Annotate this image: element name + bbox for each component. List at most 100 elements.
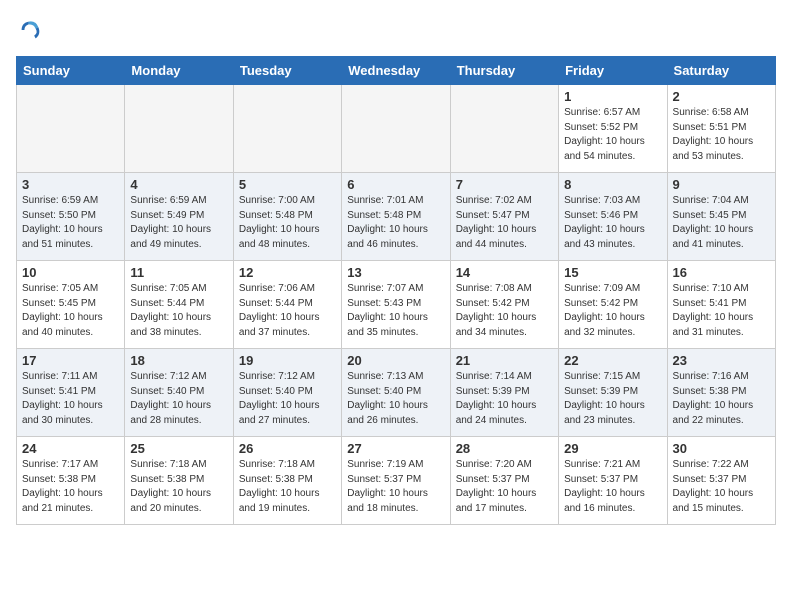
day-number: 10 [22, 265, 119, 280]
day-number: 29 [564, 441, 661, 456]
day-info: Sunrise: 7:12 AM Sunset: 5:40 PM Dayligh… [239, 370, 336, 428]
day-info: Sunrise: 7:18 AM Sunset: 5:38 PM Dayligh… [239, 458, 336, 516]
calendar-cell: 29 Sunrise: 7:21 AM Sunset: 5:37 PM Dayli… [559, 437, 667, 525]
day-number: 22 [564, 353, 661, 368]
day-info: Sunrise: 7:13 AM Sunset: 5:40 PM Dayligh… [347, 370, 444, 428]
day-info: Sunrise: 6:59 AM Sunset: 5:49 PM Dayligh… [130, 194, 227, 252]
day-number: 23 [673, 353, 770, 368]
day-number: 30 [673, 441, 770, 456]
day-number: 11 [130, 265, 227, 280]
weekday-header: Wednesday [342, 57, 450, 85]
day-number: 13 [347, 265, 444, 280]
day-number: 14 [456, 265, 553, 280]
calendar-cell: 26 Sunrise: 7:18 AM Sunset: 5:38 PM Dayli… [233, 437, 341, 525]
calendar-cell [342, 85, 450, 173]
day-number: 5 [239, 177, 336, 192]
calendar-cell: 28Sunrise: 7:20 AM Sunset: 5:37 PM Dayli… [450, 437, 558, 525]
calendar-cell: 23 Sunrise: 7:16 AM Sunset: 5:38 PM Dayli… [667, 349, 775, 437]
day-number: 6 [347, 177, 444, 192]
calendar-cell: 13 Sunrise: 7:07 AM Sunset: 5:43 PM Dayli… [342, 261, 450, 349]
logo-icon [16, 16, 44, 44]
calendar-week-row: 10 Sunrise: 7:05 AM Sunset: 5:45 PM Dayli… [17, 261, 776, 349]
day-number: 7 [456, 177, 553, 192]
day-info: Sunrise: 7:11 AM Sunset: 5:41 PM Dayligh… [22, 370, 119, 428]
day-info: Sunrise: 7:10 AM Sunset: 5:41 PM Dayligh… [673, 282, 770, 340]
day-info: Sunrise: 7:17 AM Sunset: 5:38 PM Dayligh… [22, 458, 119, 516]
calendar-header-row: SundayMondayTuesdayWednesdayThursdayFrid… [17, 57, 776, 85]
calendar-cell: 20 Sunrise: 7:13 AM Sunset: 5:40 PM Dayli… [342, 349, 450, 437]
day-info: Sunrise: 7:22 AM Sunset: 5:37 PM Dayligh… [673, 458, 770, 516]
day-info: Sunrise: 7:12 AM Sunset: 5:40 PM Dayligh… [130, 370, 227, 428]
calendar-cell: 22Sunrise: 7:15 AM Sunset: 5:39 PM Dayli… [559, 349, 667, 437]
calendar-cell: 1 Sunrise: 6:57 AM Sunset: 5:52 PM Daylig… [559, 85, 667, 173]
day-info: Sunrise: 7:07 AM Sunset: 5:43 PM Dayligh… [347, 282, 444, 340]
day-info: Sunrise: 6:57 AM Sunset: 5:52 PM Dayligh… [564, 106, 661, 164]
calendar-cell: 6 Sunrise: 7:01 AM Sunset: 5:48 PM Daylig… [342, 173, 450, 261]
day-number: 3 [22, 177, 119, 192]
day-info: Sunrise: 7:03 AM Sunset: 5:46 PM Dayligh… [564, 194, 661, 252]
day-info: Sunrise: 7:09 AM Sunset: 5:42 PM Dayligh… [564, 282, 661, 340]
logo [16, 16, 48, 44]
day-number: 8 [564, 177, 661, 192]
day-info: Sunrise: 7:19 AM Sunset: 5:37 PM Dayligh… [347, 458, 444, 516]
weekday-header: Saturday [667, 57, 775, 85]
day-number: 25 [130, 441, 227, 456]
day-info: Sunrise: 7:02 AM Sunset: 5:47 PM Dayligh… [456, 194, 553, 252]
calendar-cell: 16 Sunrise: 7:10 AM Sunset: 5:41 PM Dayli… [667, 261, 775, 349]
calendar-cell: 2 Sunrise: 6:58 AM Sunset: 5:51 PM Daylig… [667, 85, 775, 173]
day-number: 2 [673, 89, 770, 104]
calendar-cell [17, 85, 125, 173]
day-number: 9 [673, 177, 770, 192]
day-number: 1 [564, 89, 661, 104]
day-info: Sunrise: 7:14 AM Sunset: 5:39 PM Dayligh… [456, 370, 553, 428]
calendar-cell: 7 Sunrise: 7:02 AM Sunset: 5:47 PM Daylig… [450, 173, 558, 261]
day-info: Sunrise: 7:20 AM Sunset: 5:37 PM Dayligh… [456, 458, 553, 516]
calendar-week-row: 24 Sunrise: 7:17 AM Sunset: 5:38 PM Dayli… [17, 437, 776, 525]
day-info: Sunrise: 7:00 AM Sunset: 5:48 PM Dayligh… [239, 194, 336, 252]
day-info: Sunrise: 7:04 AM Sunset: 5:45 PM Dayligh… [673, 194, 770, 252]
day-number: 21 [456, 353, 553, 368]
day-number: 4 [130, 177, 227, 192]
weekday-header: Monday [125, 57, 233, 85]
day-info: Sunrise: 7:06 AM Sunset: 5:44 PM Dayligh… [239, 282, 336, 340]
weekday-header: Thursday [450, 57, 558, 85]
calendar-cell [233, 85, 341, 173]
calendar-cell: 10 Sunrise: 7:05 AM Sunset: 5:45 PM Dayli… [17, 261, 125, 349]
day-info: Sunrise: 7:08 AM Sunset: 5:42 PM Dayligh… [456, 282, 553, 340]
day-number: 24 [22, 441, 119, 456]
day-info: Sunrise: 7:05 AM Sunset: 5:44 PM Dayligh… [130, 282, 227, 340]
calendar-cell: 19Sunrise: 7:12 AM Sunset: 5:40 PM Dayli… [233, 349, 341, 437]
weekday-header: Tuesday [233, 57, 341, 85]
day-info: Sunrise: 7:18 AM Sunset: 5:38 PM Dayligh… [130, 458, 227, 516]
calendar-cell: 12Sunrise: 7:06 AM Sunset: 5:44 PM Dayli… [233, 261, 341, 349]
day-info: Sunrise: 7:21 AM Sunset: 5:37 PM Dayligh… [564, 458, 661, 516]
calendar-cell: 27 Sunrise: 7:19 AM Sunset: 5:37 PM Dayli… [342, 437, 450, 525]
calendar-week-row: 1 Sunrise: 6:57 AM Sunset: 5:52 PM Daylig… [17, 85, 776, 173]
day-info: Sunrise: 7:16 AM Sunset: 5:38 PM Dayligh… [673, 370, 770, 428]
day-number: 17 [22, 353, 119, 368]
calendar-table: SundayMondayTuesdayWednesdayThursdayFrid… [16, 56, 776, 525]
calendar-cell: 18 Sunrise: 7:12 AM Sunset: 5:40 PM Dayli… [125, 349, 233, 437]
day-number: 20 [347, 353, 444, 368]
day-info: Sunrise: 6:58 AM Sunset: 5:51 PM Dayligh… [673, 106, 770, 164]
day-number: 18 [130, 353, 227, 368]
page-header [16, 16, 776, 44]
calendar-cell: 9 Sunrise: 7:04 AM Sunset: 5:45 PM Daylig… [667, 173, 775, 261]
day-number: 27 [347, 441, 444, 456]
calendar-cell: 17 Sunrise: 7:11 AM Sunset: 5:41 PM Dayli… [17, 349, 125, 437]
calendar-cell: 25 Sunrise: 7:18 AM Sunset: 5:38 PM Dayli… [125, 437, 233, 525]
calendar-cell [450, 85, 558, 173]
day-number: 16 [673, 265, 770, 280]
day-info: Sunrise: 7:01 AM Sunset: 5:48 PM Dayligh… [347, 194, 444, 252]
calendar-cell: 5 Sunrise: 7:00 AM Sunset: 5:48 PM Daylig… [233, 173, 341, 261]
calendar-cell: 30 Sunrise: 7:22 AM Sunset: 5:37 PM Dayli… [667, 437, 775, 525]
calendar-cell: 11 Sunrise: 7:05 AM Sunset: 5:44 PM Dayli… [125, 261, 233, 349]
weekday-header: Sunday [17, 57, 125, 85]
day-number: 26 [239, 441, 336, 456]
calendar-cell: 21 Sunrise: 7:14 AM Sunset: 5:39 PM Dayli… [450, 349, 558, 437]
calendar-week-row: 3Sunrise: 6:59 AM Sunset: 5:50 PM Daylig… [17, 173, 776, 261]
calendar-cell: 14 Sunrise: 7:08 AM Sunset: 5:42 PM Dayli… [450, 261, 558, 349]
calendar-week-row: 17 Sunrise: 7:11 AM Sunset: 5:41 PM Dayli… [17, 349, 776, 437]
day-info: Sunrise: 7:05 AM Sunset: 5:45 PM Dayligh… [22, 282, 119, 340]
day-number: 15 [564, 265, 661, 280]
